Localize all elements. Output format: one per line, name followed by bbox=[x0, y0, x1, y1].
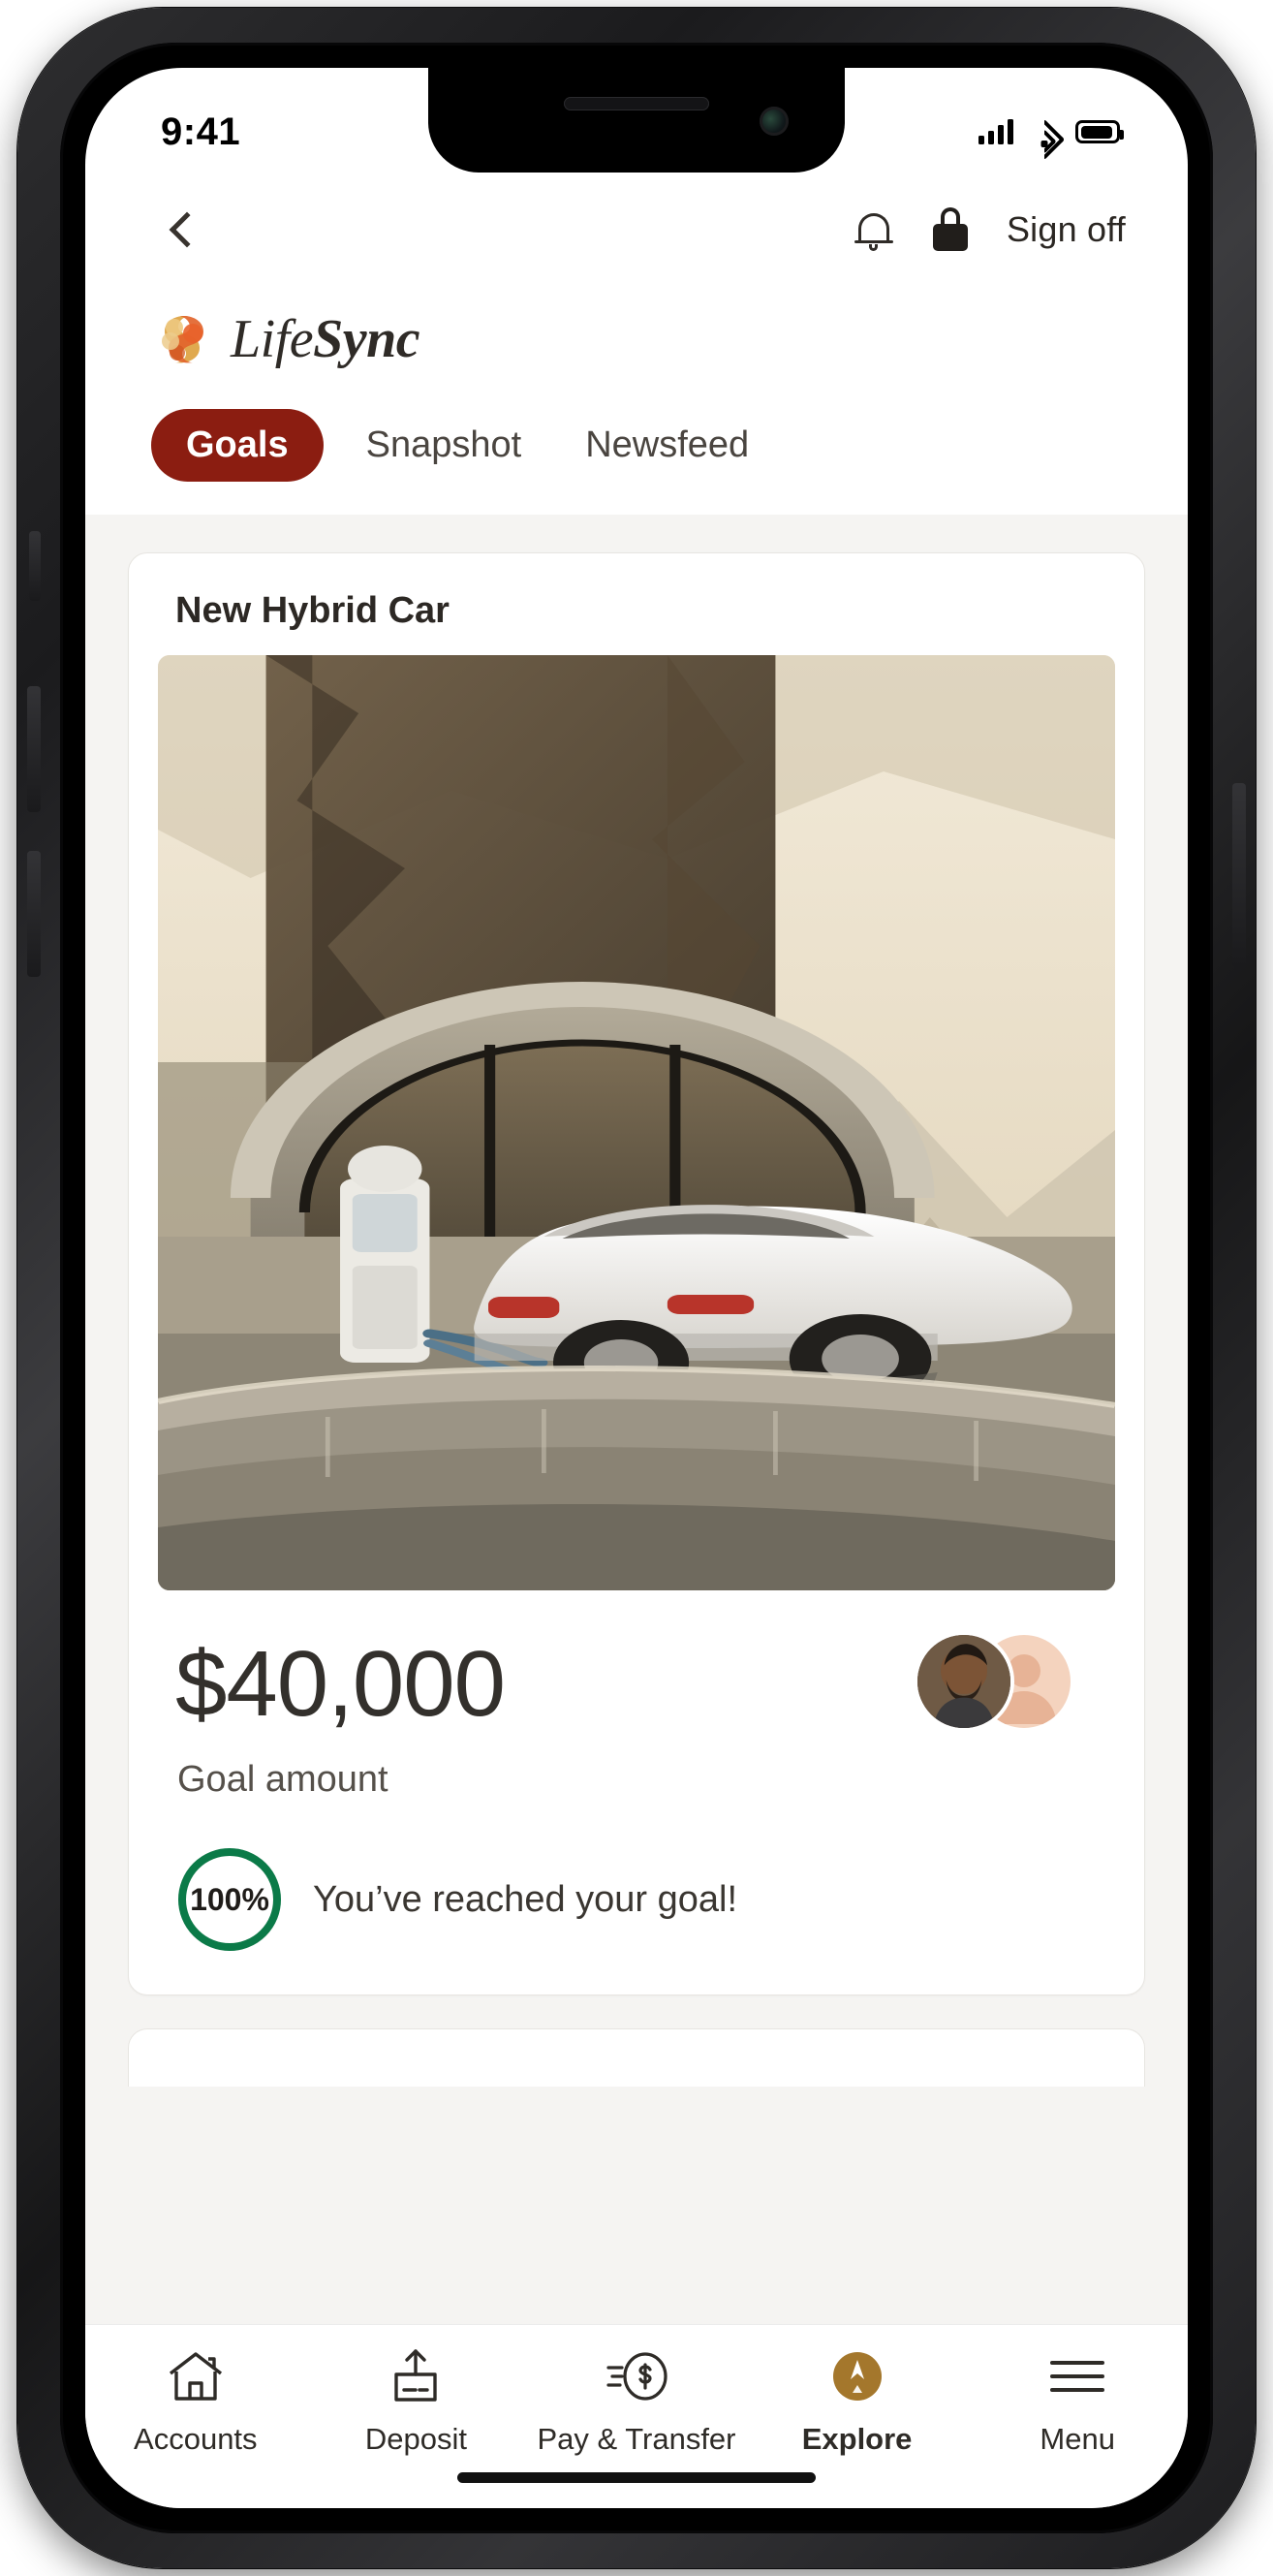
wifi-icon bbox=[1023, 118, 1066, 161]
brand-row: LifeSync bbox=[85, 283, 1188, 370]
brand-wordmark: LifeSync bbox=[231, 308, 420, 370]
progress-message: You’ve reached your goal! bbox=[313, 1878, 738, 1920]
display-notch bbox=[428, 68, 845, 173]
volume-up-button[interactable] bbox=[27, 686, 41, 812]
goal-amount-label: Goal amount bbox=[177, 1759, 388, 1800]
progress-percent: 100% bbox=[190, 1881, 269, 1917]
front-camera bbox=[760, 107, 789, 136]
nav-item-pay-transfer[interactable]: Pay & Transfer bbox=[526, 2346, 747, 2457]
volume-down-button[interactable] bbox=[27, 851, 41, 977]
next-goal-card-peek[interactable] bbox=[128, 2028, 1145, 2087]
avatar-photo bbox=[914, 1631, 1014, 1732]
goal-card[interactable]: New Hybrid Car $40,000 Goal amount 100% … bbox=[128, 552, 1145, 1995]
phone-screen: 9:41 Sign off LifeSync Goals Snapshot Ne… bbox=[85, 68, 1188, 2508]
nav-label-explore: Explore bbox=[801, 2422, 913, 2456]
phone-frame: 9:41 Sign off LifeSync Goals Snapshot Ne… bbox=[17, 8, 1256, 2568]
mute-switch[interactable] bbox=[29, 531, 41, 601]
chevron-left-icon bbox=[169, 211, 205, 248]
compass-icon bbox=[829, 2346, 885, 2406]
header-actions: Sign off bbox=[854, 207, 1126, 252]
hamburger-menu-icon bbox=[1047, 2346, 1107, 2406]
lifesync-swirl-logo-icon bbox=[162, 316, 203, 363]
sign-off-button[interactable]: Sign off bbox=[1007, 209, 1126, 250]
power-button[interactable] bbox=[1232, 783, 1246, 967]
nav-label-accounts: Accounts bbox=[134, 2422, 258, 2456]
progress-ring: 100% bbox=[175, 1845, 284, 1954]
brand-name-bold: Sync bbox=[313, 309, 420, 369]
screenshot-root: 9:41 Sign off LifeSync Goals Snapshot Ne… bbox=[0, 0, 1273, 2576]
goal-card-title: New Hybrid Car bbox=[175, 590, 450, 631]
goal-amount: $40,000 bbox=[175, 1632, 506, 1736]
nav-label-menu: Menu bbox=[1040, 2422, 1115, 2456]
tab-bar: Goals Snapshot Newsfeed bbox=[85, 370, 1188, 515]
goal-participants[interactable] bbox=[914, 1631, 1098, 1738]
nav-item-menu[interactable]: Menu bbox=[967, 2346, 1188, 2457]
dollar-circle-icon bbox=[605, 2346, 668, 2406]
goal-hero-image bbox=[158, 655, 1115, 1590]
brand-name-light: Life bbox=[231, 309, 314, 369]
status-clock: 9:41 bbox=[161, 110, 241, 153]
deposit-check-icon bbox=[388, 2346, 444, 2406]
tab-snapshot[interactable]: Snapshot bbox=[345, 411, 543, 480]
nav-label-pay-transfer: Pay & Transfer bbox=[537, 2422, 736, 2456]
nav-row: Sign off bbox=[85, 176, 1188, 283]
goal-progress-row: 100% You’ve reached your goal! bbox=[158, 1801, 1115, 1954]
nav-item-deposit[interactable]: Deposit bbox=[306, 2346, 527, 2457]
goal-amount-row: $40,000 bbox=[158, 1590, 1115, 1738]
nav-label-deposit: Deposit bbox=[364, 2422, 467, 2456]
cellular-signal-icon bbox=[978, 119, 1013, 144]
status-icon-group bbox=[978, 118, 1124, 161]
lock-icon[interactable] bbox=[932, 207, 968, 252]
tab-newsfeed[interactable]: Newsfeed bbox=[564, 411, 770, 480]
battery-icon bbox=[1075, 120, 1124, 143]
earpiece-speaker bbox=[564, 97, 709, 110]
phone-bezel: 9:41 Sign off LifeSync Goals Snapshot Ne… bbox=[60, 43, 1213, 2533]
house-icon bbox=[166, 2346, 226, 2406]
tab-goals[interactable]: Goals bbox=[151, 409, 324, 482]
goals-scroll-area[interactable]: New Hybrid Car $40,000 Goal amount 100% … bbox=[85, 514, 1188, 2324]
bell-icon[interactable] bbox=[854, 207, 894, 252]
nav-item-accounts[interactable]: Accounts bbox=[85, 2346, 306, 2457]
app-header: Sign off LifeSync Goals Snapshot Newsfee… bbox=[85, 176, 1188, 515]
back-button[interactable] bbox=[153, 200, 213, 260]
nav-item-explore[interactable]: Explore bbox=[747, 2346, 968, 2457]
home-indicator[interactable] bbox=[457, 2472, 816, 2483]
